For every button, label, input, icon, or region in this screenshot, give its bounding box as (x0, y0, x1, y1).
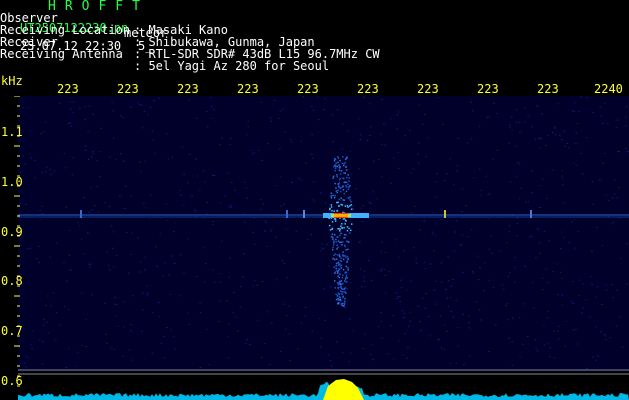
spectrum-peak (323, 379, 364, 400)
time-tick: 223 (57, 82, 79, 96)
time-tick: 223 (537, 82, 559, 96)
app-title: HROFFT (48, 0, 149, 14)
freq-axis-ticks (14, 96, 20, 387)
time-tick: 223 (297, 82, 319, 96)
waterfall-background (18, 96, 629, 372)
spectrum-display (18, 373, 629, 400)
time-tick: 223 (417, 82, 439, 96)
time-tick: 223 (177, 82, 199, 96)
info-value: : 5el Yagi Az 280 for Seoul (134, 59, 330, 73)
time-tick: 223 (117, 82, 139, 96)
frequency-unit: kHz (1, 74, 23, 88)
time-tick: 2240 (594, 82, 623, 96)
time-tick: 223 (477, 82, 499, 96)
waterfall-display[interactable] (18, 96, 629, 372)
time-tick: 223 (237, 82, 259, 96)
time-tick: 223 (357, 82, 379, 96)
spectrum-trace (18, 382, 629, 400)
info-label: Receiving Antenna (0, 47, 123, 61)
